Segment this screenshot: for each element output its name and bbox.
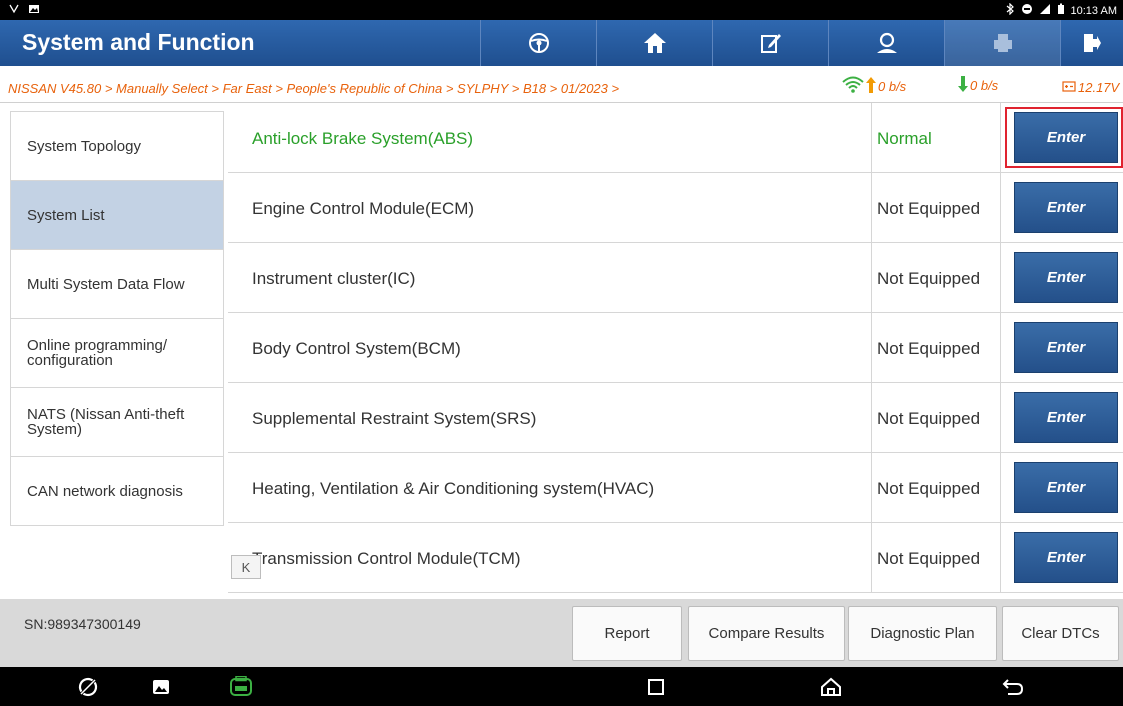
download-rate: 0 b/s bbox=[970, 78, 999, 93]
print-button[interactable] bbox=[944, 20, 1060, 66]
home-icon bbox=[643, 32, 667, 54]
system-row-bcm: Body Control System(BCM) Not Equipped En… bbox=[228, 313, 1123, 383]
enter-button[interactable]: Enter bbox=[1014, 532, 1118, 583]
sidebar-item-multi-system-data-flow[interactable]: Multi System Data Flow bbox=[10, 249, 224, 319]
system-name: Heating, Ventilation & Air Conditioning … bbox=[252, 479, 655, 498]
sidebar-item-system-list[interactable]: System List bbox=[10, 180, 224, 250]
breadcrumb: NISSAN V45.80 > Manually Select > Far Ea… bbox=[8, 81, 620, 96]
sidebar-item-label: Online programming/ configuration bbox=[27, 337, 168, 369]
exit-button[interactable] bbox=[1060, 20, 1123, 66]
voltage-status: 12.17V bbox=[1062, 80, 1119, 95]
compare-results-button[interactable]: Compare Results bbox=[688, 606, 845, 661]
home-icon[interactable] bbox=[818, 675, 844, 699]
system-name: Instrument cluster(IC) bbox=[252, 269, 416, 288]
navigation-bar bbox=[0, 667, 1123, 706]
steering-wheel-icon bbox=[528, 32, 550, 54]
status-bar: 10:13 AM bbox=[0, 0, 1123, 20]
system-row-ecm: Engine Control Module(ECM) Not Equipped … bbox=[228, 173, 1123, 243]
sidebar: System Topology System List Multi System… bbox=[0, 103, 224, 599]
battery-icon bbox=[1057, 3, 1065, 18]
usb-icon bbox=[8, 3, 20, 18]
system-status: Not Equipped bbox=[871, 243, 1001, 312]
user-icon bbox=[875, 32, 899, 54]
sidebar-item-can-network-diagnosis[interactable]: CAN network diagnosis bbox=[10, 456, 224, 526]
voltage: 12.17V bbox=[1078, 80, 1120, 95]
sidebar-item-label: System Topology bbox=[27, 137, 141, 155]
download-status: 0 b/s bbox=[958, 76, 998, 95]
upload-arrow-icon bbox=[866, 77, 876, 96]
back-icon[interactable] bbox=[1000, 675, 1026, 699]
system-name: Body Control System(BCM) bbox=[252, 339, 461, 358]
system-status: Normal bbox=[871, 103, 1001, 172]
edit-icon bbox=[760, 32, 782, 54]
clock: 10:13 AM bbox=[1070, 4, 1117, 17]
wifi-icon bbox=[842, 76, 864, 97]
system-row-ic: Instrument cluster(IC) Not Equipped Ente… bbox=[228, 243, 1123, 313]
system-name: Anti-lock Brake System(ABS) bbox=[252, 129, 474, 148]
home-button[interactable] bbox=[596, 20, 712, 66]
print-icon bbox=[992, 32, 1014, 54]
enter-button[interactable]: Enter bbox=[1014, 392, 1118, 443]
enter-button[interactable]: Enter bbox=[1014, 112, 1118, 163]
page-title: System and Function bbox=[22, 29, 255, 55]
title-bar: System and Function bbox=[0, 20, 1123, 66]
system-status: Not Equipped bbox=[871, 453, 1001, 522]
network-status: 0 b/s bbox=[842, 76, 906, 97]
report-button[interactable]: Report bbox=[572, 606, 682, 661]
browser-icon[interactable] bbox=[75, 675, 101, 699]
system-name: Transmission Control Module(TCM) bbox=[252, 549, 521, 568]
upload-rate: 0 b/s bbox=[878, 79, 907, 94]
enter-button[interactable]: Enter bbox=[1014, 252, 1118, 303]
system-name: Engine Control Module(ECM) bbox=[252, 199, 475, 218]
do-not-disturb-icon bbox=[1021, 3, 1033, 18]
system-row-srs: Supplemental Restraint System(SRS) Not E… bbox=[228, 383, 1123, 453]
collapse-sidebar-button[interactable]: K bbox=[231, 555, 261, 579]
system-status: Not Equipped bbox=[871, 523, 1001, 592]
exit-icon bbox=[1082, 32, 1102, 54]
sidebar-item-online-programming[interactable]: Online programming/ configuration bbox=[10, 318, 224, 388]
enter-button[interactable]: Enter bbox=[1014, 322, 1118, 373]
sidebar-item-label: System List bbox=[27, 206, 105, 224]
user-button[interactable] bbox=[828, 20, 944, 66]
serial-number: SN:989347300149 bbox=[24, 616, 141, 632]
collapse-icon: K bbox=[241, 559, 251, 575]
enter-button[interactable]: Enter bbox=[1014, 182, 1118, 233]
gallery-icon[interactable] bbox=[148, 675, 174, 699]
steering-wheel-button[interactable] bbox=[480, 20, 596, 66]
image-icon bbox=[28, 3, 40, 18]
sidebar-item-label: NATS (Nissan Anti-theft System) bbox=[27, 406, 185, 438]
system-name: Supplemental Restraint System(SRS) bbox=[252, 409, 537, 428]
signal-icon bbox=[1039, 3, 1051, 18]
download-arrow-icon bbox=[958, 76, 968, 95]
sidebar-item-nats[interactable]: NATS (Nissan Anti-theft System) bbox=[10, 387, 224, 457]
bluetooth-icon bbox=[1005, 2, 1015, 18]
edit-button[interactable] bbox=[712, 20, 828, 66]
system-row-hvac: Heating, Ventilation & Air Conditioning … bbox=[228, 453, 1123, 523]
recents-icon[interactable] bbox=[643, 675, 669, 699]
sidebar-item-label: Multi System Data Flow bbox=[27, 275, 185, 293]
system-row-tcm: Transmission Control Module(TCM) Not Equ… bbox=[228, 523, 1123, 593]
system-status: Not Equipped bbox=[871, 383, 1001, 452]
system-status: Not Equipped bbox=[871, 173, 1001, 242]
sidebar-item-label: CAN network diagnosis bbox=[27, 482, 183, 500]
breadcrumb-bar: NISSAN V45.80 > Manually Select > Far Ea… bbox=[0, 66, 1123, 103]
sidebar-item-system-topology[interactable]: System Topology bbox=[10, 111, 224, 181]
battery-voltage-icon bbox=[1062, 80, 1076, 95]
diagnostic-plan-button[interactable]: Diagnostic Plan bbox=[848, 606, 997, 661]
system-row-abs: Anti-lock Brake System(ABS) Normal Enter bbox=[228, 103, 1123, 173]
app-window: 10:13 AM System and Function NISSAN V45.… bbox=[0, 0, 1123, 706]
enter-button[interactable]: Enter bbox=[1014, 462, 1118, 513]
system-list: Anti-lock Brake System(ABS) Normal Enter… bbox=[228, 103, 1123, 599]
clear-dtcs-button[interactable]: Clear DTCs bbox=[1002, 606, 1119, 661]
vci-icon[interactable] bbox=[228, 675, 254, 699]
action-bar: SN:989347300149 Report Compare Results D… bbox=[0, 599, 1123, 667]
system-status: Not Equipped bbox=[871, 313, 1001, 382]
